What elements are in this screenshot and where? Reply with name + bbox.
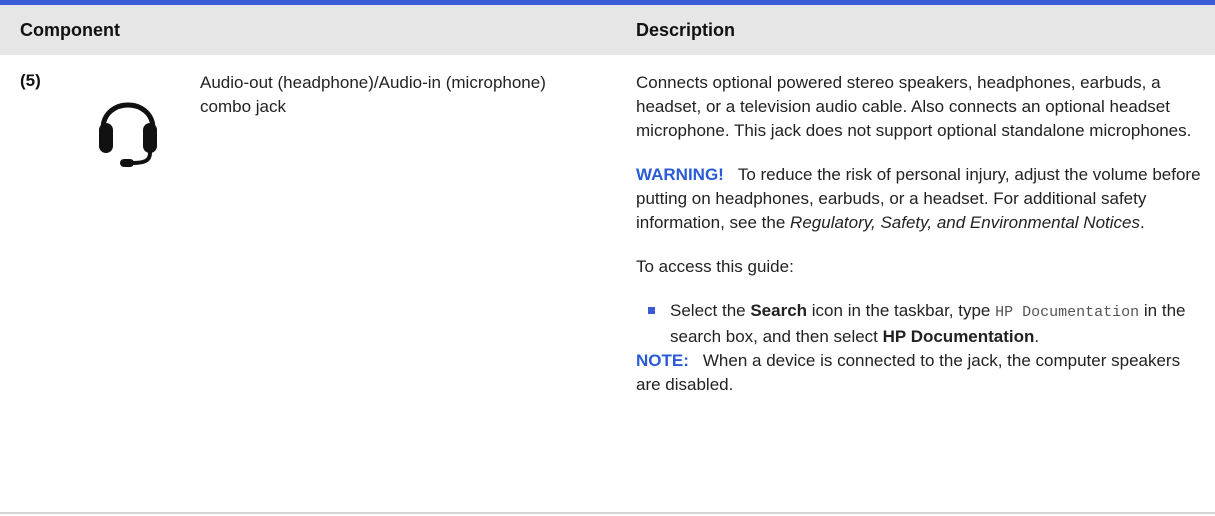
component-name: Audio-out (headphone)/Audio-in (micropho… xyxy=(200,73,546,116)
warning-block: WARNING! To reduce the risk of personal i… xyxy=(636,163,1206,235)
header-description: Description xyxy=(636,20,736,40)
item-number: (5) xyxy=(20,71,41,90)
hp-documentation-label: HP Documentation xyxy=(882,327,1035,346)
bullet-part2: icon in the taskbar, type xyxy=(811,301,991,320)
table-bottom-rule xyxy=(0,512,1215,514)
component-table: Component Description (5) Audio-out (hea… xyxy=(0,0,1215,516)
bullet-icon xyxy=(648,307,655,314)
bullet-end: . xyxy=(1034,327,1040,346)
access-text: To access this guide: xyxy=(636,257,794,276)
table-row: (5) Audio-out (headphone)/Audio-in (micr… xyxy=(0,55,1215,512)
list-item: Select the Search icon in the taskbar, t… xyxy=(636,299,1206,349)
bullet-part1: Select the xyxy=(670,301,746,320)
table-header-row: Component Description xyxy=(0,5,1215,55)
warning-end: . xyxy=(1139,213,1145,232)
header-component: Component xyxy=(20,20,120,40)
warning-label: WARNING! xyxy=(636,165,724,184)
note-block: NOTE: When a device is connected to the j… xyxy=(636,349,1206,397)
note-text: When a device is connected to the jack, … xyxy=(636,351,1181,394)
search-label: Search xyxy=(750,301,808,320)
description-text: Connects optional powered stereo speaker… xyxy=(636,73,1192,140)
code-text: HP Documentation xyxy=(995,304,1140,321)
note-label: NOTE: xyxy=(636,351,689,370)
headphone-icon xyxy=(96,85,160,169)
description-cell: Connects optional powered stereo speaker… xyxy=(636,71,1206,397)
guide-title: Regulatory, Safety, and Environmental No… xyxy=(790,213,1140,232)
